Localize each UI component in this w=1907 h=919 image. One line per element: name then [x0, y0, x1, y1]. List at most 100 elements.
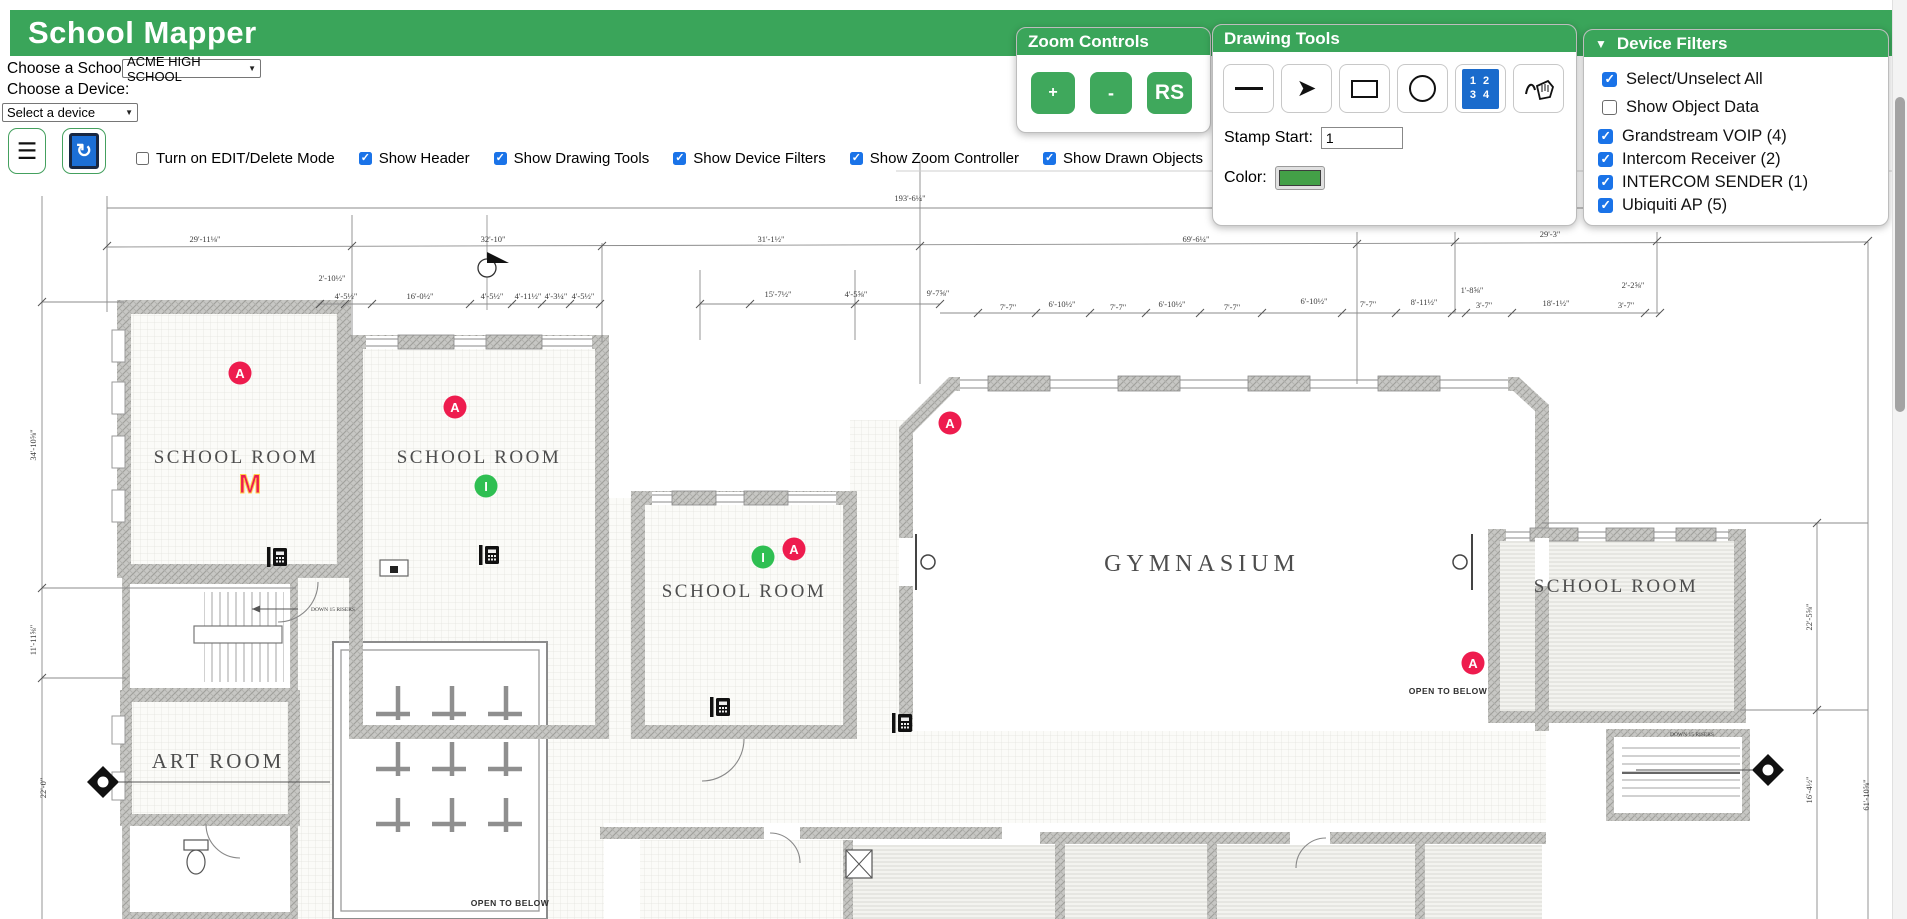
- dimension-label: 22'-0": [38, 778, 48, 799]
- room-label: SCHOOL ROOM: [397, 447, 562, 468]
- room-label: SCHOOL ROOM: [1534, 576, 1699, 597]
- grandstream-voip-checkbox[interactable]: [1598, 129, 1613, 144]
- scrollbar-thumb[interactable]: [1895, 97, 1905, 412]
- dimension-label: 32'-10": [481, 234, 506, 244]
- intercom-receiver-marker[interactable]: I: [475, 475, 498, 498]
- drawing-tools-header[interactable]: Drawing Tools: [1213, 25, 1576, 52]
- menu-button[interactable]: ☰: [8, 128, 46, 174]
- show-drawing-tools-toggle[interactable]: Show Drawing Tools: [494, 150, 650, 167]
- stamp-start-input[interactable]: [1321, 127, 1403, 149]
- svg-text:I: I: [761, 550, 765, 565]
- hamburger-icon: ☰: [17, 140, 38, 163]
- collapse-icon[interactable]: ▼: [1595, 37, 1607, 51]
- zoom-controls-header[interactable]: Zoom Controls: [1017, 28, 1210, 55]
- dimension-label: 4'-5½": [572, 291, 595, 301]
- zoom-reset-button[interactable]: RS: [1147, 72, 1192, 114]
- show-header-label: Show Header: [379, 150, 470, 167]
- ubiquiti-ap-marker[interactable]: A: [444, 396, 467, 419]
- ubiquiti-ap-marker[interactable]: A: [939, 412, 962, 435]
- dimension-label: 7'-7": [1110, 302, 1126, 312]
- zoom-out-button[interactable]: -: [1090, 72, 1132, 114]
- drawing-tools-title: Drawing Tools: [1224, 29, 1340, 49]
- intercom-receiver-marker[interactable]: I: [752, 546, 775, 569]
- school-select[interactable]: ACME HIGH SCHOOL ▼: [122, 59, 261, 78]
- show-device-filters-checkbox[interactable]: [673, 152, 686, 165]
- voip-phone-icon[interactable]: [710, 697, 730, 717]
- show-header-toggle[interactable]: Show Header: [359, 150, 470, 167]
- voip-phone-icon[interactable]: [892, 713, 912, 733]
- show-zoom-controller-toggle[interactable]: Show Zoom Controller: [850, 150, 1019, 167]
- dimension-label: 9'-7⅝": [927, 288, 950, 298]
- dimension-label: 4'-5⅝": [845, 289, 868, 299]
- edit-mode-checkbox[interactable]: [136, 152, 149, 165]
- filter-ubiquiti-ap[interactable]: Ubiquiti AP (5): [1598, 196, 1888, 215]
- show-header-checkbox[interactable]: [359, 152, 372, 165]
- drawing-tools-panel: Drawing Tools ➤ 1 2 3 4: [1212, 24, 1577, 226]
- dimension-label: 4'-5½": [335, 291, 358, 301]
- room-label: OPEN TO BELOW: [1409, 686, 1488, 696]
- show-drawing-tools-checkbox[interactable]: [494, 152, 507, 165]
- zoom-controls-title: Zoom Controls: [1028, 32, 1149, 52]
- dimension-label: 29'-11⅛": [190, 234, 221, 244]
- filter-grandstream-voip[interactable]: Grandstream VOIP (4): [1598, 127, 1888, 146]
- intercom-receiver-checkbox[interactable]: [1598, 152, 1613, 167]
- color-picker[interactable]: [1275, 166, 1325, 190]
- dimension-label: 4'-3¼": [545, 291, 568, 301]
- filter-intercom-sender[interactable]: INTERCOM SENDER (1): [1598, 173, 1888, 192]
- circle-tool-button[interactable]: [1397, 64, 1448, 113]
- grandstream-voip-label: Grandstream VOIP (4): [1622, 127, 1787, 146]
- show-object-data-checkbox[interactable]: [1602, 100, 1617, 115]
- show-drawn-objects-toggle[interactable]: Show Drawn Objects: [1043, 150, 1203, 167]
- ubiquiti-ap-marker[interactable]: A: [1462, 652, 1485, 675]
- intercom-sender-checkbox[interactable]: [1598, 175, 1613, 190]
- edit-mode-toggle[interactable]: Turn on EDIT/Delete Mode: [136, 150, 335, 167]
- show-zoom-controller-checkbox[interactable]: [850, 152, 863, 165]
- dimension-label: 11'-11⅝": [28, 625, 38, 656]
- intercom-receiver-label: Intercom Receiver (2): [1622, 150, 1781, 169]
- refresh-button[interactable]: ↻: [62, 128, 106, 174]
- dimension-label: 3'-7": [1476, 300, 1492, 310]
- device-select[interactable]: Select a device ▼: [2, 103, 138, 122]
- show-drawn-objects-label: Show Drawn Objects: [1063, 150, 1203, 167]
- show-drawn-objects-checkbox[interactable]: [1043, 152, 1056, 165]
- arrow-tool-button[interactable]: ➤: [1281, 64, 1332, 113]
- svg-text:A: A: [945, 416, 955, 431]
- svg-text:A: A: [789, 542, 799, 557]
- select-all-label: Select/Unselect All: [1626, 70, 1763, 89]
- ubiquiti-ap-marker[interactable]: A: [783, 538, 806, 561]
- zoom-in-button[interactable]: +: [1031, 72, 1075, 114]
- dimension-label: 2'-10½": [319, 273, 346, 283]
- rectangle-tool-button[interactable]: [1339, 64, 1390, 113]
- number-stamp-tool-button[interactable]: 1 2 3 4: [1455, 64, 1506, 113]
- ubiquiti-ap-label: Ubiquiti AP (5): [1622, 196, 1727, 215]
- filter-intercom-receiver[interactable]: Intercom Receiver (2): [1598, 150, 1888, 169]
- dimension-label: 7'-7": [1360, 299, 1376, 309]
- intercom-sender-marker[interactable]: M: [239, 469, 262, 499]
- voip-phone-icon[interactable]: [479, 545, 499, 565]
- freehand-paint-tool-button[interactable]: [1513, 64, 1564, 113]
- svg-text:A: A: [450, 400, 460, 415]
- device-filters-title: Device Filters: [1617, 34, 1728, 54]
- select-all-toggle[interactable]: Select/Unselect All: [1598, 70, 1888, 89]
- room-label: SCHOOL ROOM: [154, 447, 319, 468]
- color-label: Color:: [1224, 169, 1267, 187]
- device-filters-header[interactable]: ▼ Device Filters: [1584, 30, 1888, 57]
- device-select-value: Select a device: [7, 105, 95, 120]
- device-filters-panel: ▼ Device Filters Select/Unselect All Sho…: [1583, 29, 1889, 226]
- line-tool-button[interactable]: [1223, 64, 1274, 113]
- dimension-label: 193'-6¼": [894, 193, 925, 203]
- voip-phone-icon[interactable]: [267, 547, 287, 567]
- show-object-data-toggle[interactable]: Show Object Data: [1598, 98, 1888, 117]
- dimension-label: 1'-8⅝": [1461, 285, 1484, 295]
- vertical-scrollbar[interactable]: [1892, 0, 1907, 919]
- svg-text:A: A: [235, 366, 245, 381]
- select-all-checkbox[interactable]: [1602, 72, 1617, 87]
- number-stamp-icon: 1 2 3 4: [1462, 69, 1499, 109]
- dimension-label: 6'-10½": [1301, 296, 1328, 306]
- show-device-filters-toggle[interactable]: Show Device Filters: [673, 150, 826, 167]
- ubiquiti-ap-checkbox[interactable]: [1598, 198, 1613, 213]
- ubiquiti-ap-marker[interactable]: A: [229, 362, 252, 385]
- school-select-label: Choose a School:: [7, 60, 129, 78]
- room-label: OPEN TO BELOW: [471, 898, 550, 908]
- chevron-down-icon: ▼: [125, 108, 133, 117]
